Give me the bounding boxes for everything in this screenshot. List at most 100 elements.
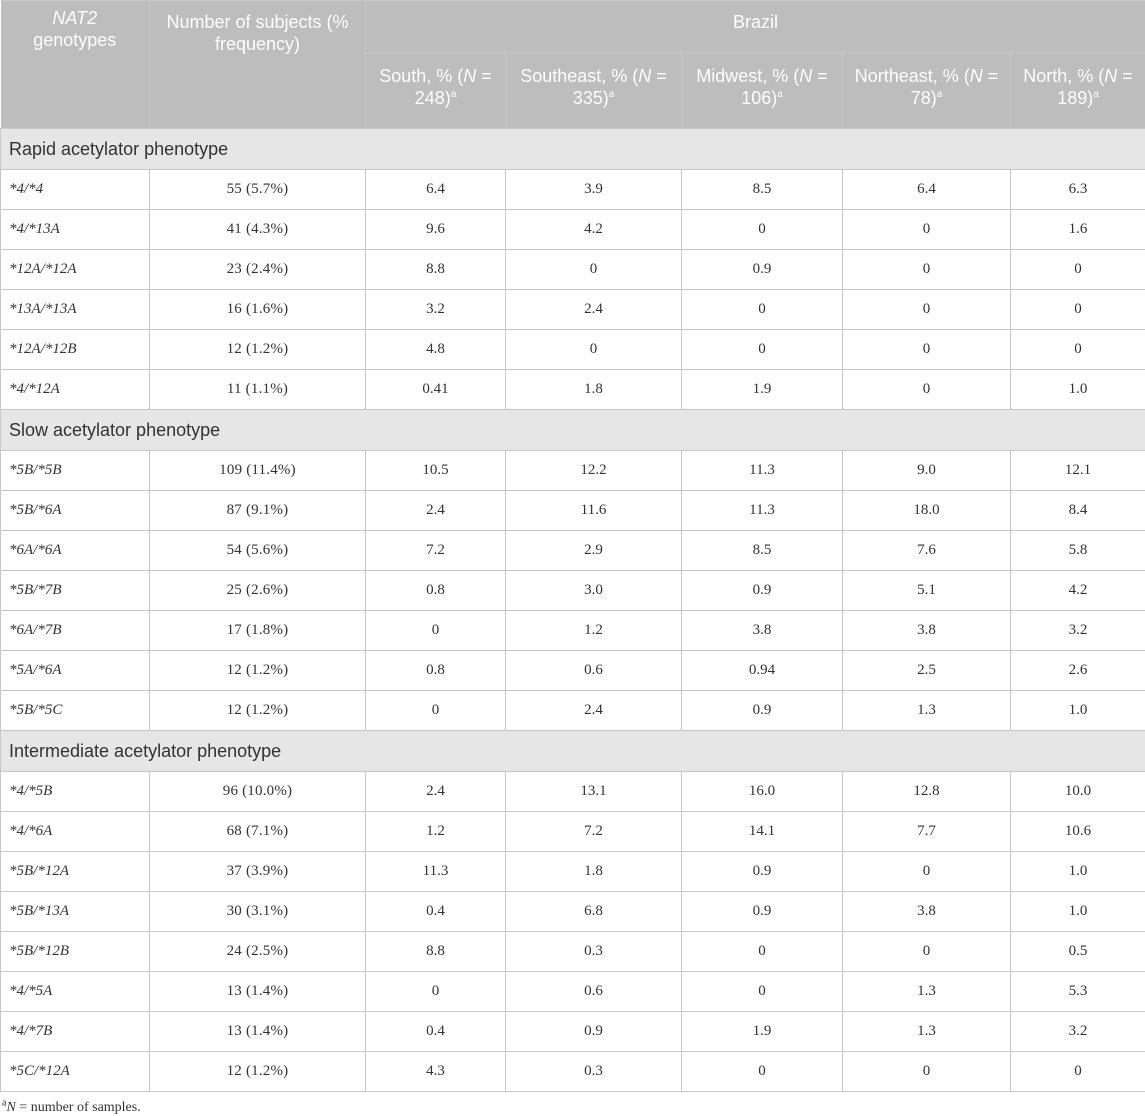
genotype-cell: *4/*12A [1, 370, 150, 410]
region-value-cell: 9.6 [366, 210, 506, 250]
region-value-cell: 1.0 [1011, 852, 1145, 892]
region-value-cell: 0 [506, 250, 682, 290]
nat2-genotype-table: NAT2genotypes Number of subjects (% freq… [0, 0, 1145, 1092]
subjects-column-header: Number of subjects (% frequency) [150, 1, 366, 129]
region-value-cell: 1.3 [843, 691, 1011, 731]
region-value-cell: 4.2 [506, 210, 682, 250]
region-column-header: South, % (N = 248)a [366, 53, 506, 129]
region-value-cell: 0 [682, 932, 843, 972]
table-row: *12A/*12A23 (2.4%)8.800.900 [1, 250, 1145, 290]
region-value-cell: 0 [366, 972, 506, 1012]
region-value-cell: 11.3 [366, 852, 506, 892]
phenotype-group-row: Intermediate acetylator phenotype [1, 731, 1145, 772]
region-value-cell: 1.0 [1011, 691, 1145, 731]
genotype-cell: *12A/*12A [1, 250, 150, 290]
subjects-cell: 12 (1.2%) [150, 651, 366, 691]
region-column-header: Midwest, % (N = 106)a [682, 53, 843, 129]
region-value-cell: 0.9 [682, 852, 843, 892]
genotype-cell: *4/*5B [1, 772, 150, 812]
table-row: *4/*13A41 (4.3%)9.64.2001.6 [1, 210, 1145, 250]
region-value-cell: 10.0 [1011, 772, 1145, 812]
region-value-cell: 0.4 [366, 892, 506, 932]
region-value-cell: 0.9 [682, 691, 843, 731]
region-value-cell: 0 [682, 290, 843, 330]
table-row: *5B/*12B24 (2.5%)8.80.3000.5 [1, 932, 1145, 972]
subjects-cell: 23 (2.4%) [150, 250, 366, 290]
region-value-cell: 0.8 [366, 651, 506, 691]
region-value-cell: 0 [366, 611, 506, 651]
region-value-cell: 0 [843, 290, 1011, 330]
region-value-cell: 7.7 [843, 812, 1011, 852]
region-column-header: Northeast, % (N = 78)a [843, 53, 1011, 129]
region-value-cell: 1.9 [682, 1012, 843, 1052]
subjects-cell: 109 (11.4%) [150, 451, 366, 491]
genotype-cell: *12A/*12B [1, 330, 150, 370]
region-value-cell: 0.3 [506, 932, 682, 972]
region-value-cell: 1.0 [1011, 892, 1145, 932]
table-row: *5B/*7B25 (2.6%)0.83.00.95.14.2 [1, 571, 1145, 611]
subjects-cell: 11 (1.1%) [150, 370, 366, 410]
subjects-cell: 17 (1.8%) [150, 611, 366, 651]
region-value-cell: 6.8 [506, 892, 682, 932]
region-value-cell: 7.2 [506, 812, 682, 852]
region-value-cell: 0.4 [366, 1012, 506, 1052]
region-value-cell: 2.6 [1011, 651, 1145, 691]
table-row: *5A/*6A12 (1.2%)0.80.60.942.52.6 [1, 651, 1145, 691]
genotype-cell: *5B/*12A [1, 852, 150, 892]
region-value-cell: 0 [682, 1052, 843, 1092]
region-value-cell: 10.6 [1011, 812, 1145, 852]
genotype-cell: *4/*5A [1, 972, 150, 1012]
region-value-cell: 0 [843, 932, 1011, 972]
region-value-cell: 11.6 [506, 491, 682, 531]
region-value-cell: 2.4 [366, 772, 506, 812]
region-value-cell: 4.3 [366, 1052, 506, 1092]
region-value-cell: 18.0 [843, 491, 1011, 531]
region-value-cell: 4.2 [1011, 571, 1145, 611]
region-value-cell: 1.3 [843, 1012, 1011, 1052]
genotype-cell: *4/*13A [1, 210, 150, 250]
region-value-cell: 1.0 [1011, 370, 1145, 410]
region-value-cell: 0.8 [366, 571, 506, 611]
phenotype-group-row: Rapid acetylator phenotype [1, 129, 1145, 170]
region-value-cell: 5.8 [1011, 531, 1145, 571]
table-row: *4/*455 (5.7%)6.43.98.56.46.3 [1, 170, 1145, 210]
region-value-cell: 0.3 [506, 1052, 682, 1092]
region-value-cell: 2.5 [843, 651, 1011, 691]
region-value-cell: 11.3 [682, 451, 843, 491]
table-row: *12A/*12B12 (1.2%)4.80000 [1, 330, 1145, 370]
genotype-cell: *5B/*5B [1, 451, 150, 491]
table-footnote: aN = number of samples. [2, 1100, 1145, 1116]
region-value-cell: 0 [366, 691, 506, 731]
region-value-cell: 0 [1011, 290, 1145, 330]
subjects-cell: 68 (7.1%) [150, 812, 366, 852]
region-value-cell: 2.9 [506, 531, 682, 571]
region-value-cell: 12.2 [506, 451, 682, 491]
region-value-cell: 3.0 [506, 571, 682, 611]
region-column-header: Southeast, % (N = 335)a [506, 53, 682, 129]
subjects-cell: 16 (1.6%) [150, 290, 366, 330]
region-value-cell: 0 [1011, 250, 1145, 290]
region-value-cell: 2.4 [506, 691, 682, 731]
region-value-cell: 3.9 [506, 170, 682, 210]
region-value-cell: 3.8 [682, 611, 843, 651]
region-value-cell: 0.5 [1011, 932, 1145, 972]
genotypes-column-header: NAT2genotypes [1, 1, 150, 129]
subjects-cell: 25 (2.6%) [150, 571, 366, 611]
table-row: *6A/*6A54 (5.6%)7.22.98.57.65.8 [1, 531, 1145, 571]
region-value-cell: 0 [682, 210, 843, 250]
region-value-cell: 0 [843, 1052, 1011, 1092]
region-value-cell: 0 [682, 330, 843, 370]
subjects-cell: 24 (2.5%) [150, 932, 366, 972]
region-value-cell: 11.3 [682, 491, 843, 531]
phenotype-group-title: Slow acetylator phenotype [1, 410, 1145, 451]
region-value-cell: 0.9 [506, 1012, 682, 1052]
region-value-cell: 0.6 [506, 972, 682, 1012]
table-row: *4/*12A11 (1.1%)0.411.81.901.0 [1, 370, 1145, 410]
region-value-cell: 0.9 [682, 892, 843, 932]
region-value-cell: 9.0 [843, 451, 1011, 491]
region-value-cell: 0 [843, 210, 1011, 250]
region-value-cell: 3.8 [843, 611, 1011, 651]
region-value-cell: 6.3 [1011, 170, 1145, 210]
genotype-cell: *13A/*13A [1, 290, 150, 330]
region-value-cell: 0 [843, 330, 1011, 370]
